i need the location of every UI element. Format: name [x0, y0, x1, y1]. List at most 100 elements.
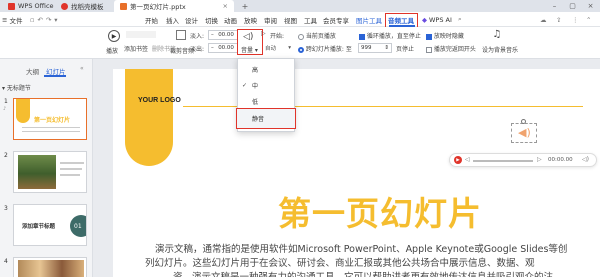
play-icon[interactable]: ▶ [108, 30, 120, 42]
add-bookmark-button[interactable]: 添加书签 [124, 44, 148, 53]
close-tab-icon[interactable]: × [223, 2, 228, 10]
slide-panel: 大纲 幻灯片 « ▾ 无标题节 1 ♪ 第一页幻灯片 2 3 添加章节标题 01… [0, 59, 93, 277]
rewind-icon[interactable]: ◁ [465, 156, 470, 163]
start-value: 自动 [265, 46, 277, 52]
volume-low-option[interactable]: 低 [238, 94, 294, 109]
volume-label: 音量 ▾ [241, 47, 258, 54]
body-line-3[interactable]: 资。演示文稿是一种强有力的沟通工具，它可以帮助讲者更有效地传达信息并吸引观众的注 [173, 269, 553, 277]
more-icon[interactable]: ⋮ [572, 12, 579, 27]
checkmark-icon: ✓ [242, 82, 248, 89]
menu-bar: ≡ 文件 ▫↶↷▾ 开始 插入 设计 切换 动画 放映 审阅 视图 工具 会员专… [0, 12, 600, 35]
volume-mute-option[interactable]: 静音 [238, 111, 294, 126]
logo-text: YOUR LOGO [138, 97, 181, 104]
player-time: 00:00.00 [548, 157, 573, 163]
tab-document[interactable]: 第一页幻灯片.pptx × [114, 0, 234, 12]
slide-title[interactable]: 第一页幻灯片 [278, 187, 482, 235]
slides-tab-underline [44, 75, 66, 77]
forward-icon[interactable]: ▷ [537, 156, 542, 163]
thumb-section-number: 01 [70, 215, 86, 237]
wps-logo-icon [8, 2, 15, 10]
crop-audio-icon [176, 30, 186, 40]
volume-medium-option[interactable]: ✓ 中 [238, 78, 294, 93]
hamburger-icon: ≡ [2, 15, 8, 24]
speaker-icon: ◁) [243, 32, 254, 42]
close-window-icon[interactable]: × [584, 0, 597, 12]
slide-number: 3 [4, 205, 8, 212]
share-icon[interactable]: ⇪ [556, 12, 561, 27]
audio-ribbon: ▶ 播放 添加书签 删除书签 裁剪音频 淡入: –00.00+ 淡出: –00.… [0, 27, 600, 59]
menu-wps-ai[interactable]: ◆ WPS AI [422, 12, 452, 27]
maximize-icon[interactable]: ▢ [566, 0, 579, 12]
volume-dropdown: 高 ✓ 中 低 静音 [236, 58, 296, 132]
body-line-1[interactable]: 演示文稿，通常指的是使用软件如Microsoft PowerPoint、Appl… [155, 241, 567, 255]
fade-out-label: 淡出: [190, 46, 205, 53]
collapse-panel-icon[interactable]: « [80, 65, 84, 72]
fade-out-value: 00.00 [218, 45, 234, 51]
cloud-icon[interactable]: ☁ [540, 12, 547, 27]
slide-number: 2 [4, 152, 8, 159]
menu-slideshow[interactable]: 放映 [244, 12, 257, 27]
cross-slide-stepper[interactable]: 999 ⇕ [358, 43, 392, 53]
docer-icon [61, 2, 68, 10]
menu-picture-tools[interactable]: 图片工具 [356, 12, 382, 27]
menu-insert[interactable]: 插入 [166, 12, 179, 27]
menu-review[interactable]: 审阅 [264, 12, 277, 27]
pptx-file-icon [120, 2, 127, 10]
slide-thumbnail-1[interactable]: 第一页幻灯片 [13, 98, 87, 140]
ai-sparkle-icon: ◆ [422, 15, 427, 24]
rewind-checkbox[interactable]: 播放完返回开头 [426, 44, 476, 53]
collapse-ribbon-icon[interactable]: ⌃ [586, 12, 591, 27]
loop-checkbox[interactable]: 循环播放，直至停止 [359, 31, 421, 40]
progress-track[interactable] [473, 160, 533, 162]
volume-button[interactable]: ◁) 音量 ▾ [237, 29, 263, 55]
rotate-handle[interactable] [521, 119, 526, 124]
wps-home-tab[interactable]: WPS Office [2, 0, 60, 12]
slide-editor[interactable]: YOUR LOGO ◀) ▶ ◁ ▷ 00:00.00 ◁) 第一页幻灯片 演示… [113, 69, 600, 277]
search-icon[interactable]: ⌕ [458, 12, 462, 27]
volume-high-option[interactable]: 高 [238, 62, 294, 77]
audio-player: ▶ ◁ ▷ 00:00.00 ◁) [449, 153, 597, 167]
title-bar: WPS Office 找稻壳模板 第一页幻灯片.pptx × + – ▢ × [0, 0, 600, 12]
menu-design[interactable]: 设计 [185, 12, 198, 27]
bookmark-icons [126, 31, 156, 38]
file-menu[interactable]: ≡ 文件 [2, 12, 22, 27]
minimize-icon[interactable]: – [548, 0, 561, 12]
play-button[interactable]: 播放 [106, 46, 118, 55]
thumb-text-line [60, 168, 82, 170]
file-menu-label: 文件 [9, 16, 23, 25]
thumb-text-line [22, 131, 80, 132]
menu-transition[interactable]: 切换 [205, 12, 218, 27]
page-stop-label: 页停止 [396, 46, 415, 53]
slide-thumbnail-4[interactable] [13, 257, 87, 277]
menu-tools[interactable]: 工具 [304, 12, 317, 27]
cross-slide-option[interactable]: 跨幻灯片播放: 至 [298, 44, 352, 53]
player-volume-icon[interactable]: ◁) [582, 156, 589, 163]
accent-shape [125, 69, 173, 166]
background-music-button[interactable]: 设为背景音乐 [482, 45, 518, 54]
tab-template[interactable]: 找稻壳模板 [55, 0, 110, 12]
slide-thumbnail-3[interactable]: 添加章节标题 01 [13, 204, 87, 246]
thumb-photo [18, 155, 56, 189]
menu-member[interactable]: 会员专享 [323, 12, 349, 27]
menu-home[interactable]: 开始 [145, 12, 158, 27]
menu-view[interactable]: 视图 [284, 12, 297, 27]
outline-tab[interactable]: 大纲 [26, 66, 39, 76]
player-play-icon[interactable]: ▶ [454, 156, 462, 164]
current-page-option[interactable]: 当前页播放 [298, 31, 336, 40]
body-line-2[interactable]: 列幻灯片。这些幻灯片用于在会议、研讨会、商业汇报或其他公共场合中展示信息、数据、… [145, 255, 535, 269]
thumb-accent-shape [16, 99, 30, 123]
fade-in-value: 00.00 [218, 32, 234, 38]
quick-access-toolbar[interactable]: ▫↶↷▾ [30, 12, 61, 27]
speaker-icon: ◀) [518, 126, 531, 139]
wps-ai-label: WPS AI [429, 15, 452, 24]
section-header[interactable]: ▾ 无标题节 [2, 83, 31, 92]
menu-animation[interactable]: 动画 [224, 12, 237, 27]
new-tab-icon[interactable]: + [240, 0, 250, 12]
thumb-text-line [60, 162, 84, 164]
start-select[interactable]: 自动 ▾ [263, 43, 293, 53]
audio-object-selection[interactable]: ◀) [511, 123, 537, 143]
tab-label: 找稻壳模板 [71, 3, 104, 11]
slide-thumbnail-2[interactable] [13, 151, 87, 193]
hide-on-show-checkbox[interactable]: 放映时隐藏 [426, 31, 464, 40]
start-label: 开始: [270, 33, 285, 40]
